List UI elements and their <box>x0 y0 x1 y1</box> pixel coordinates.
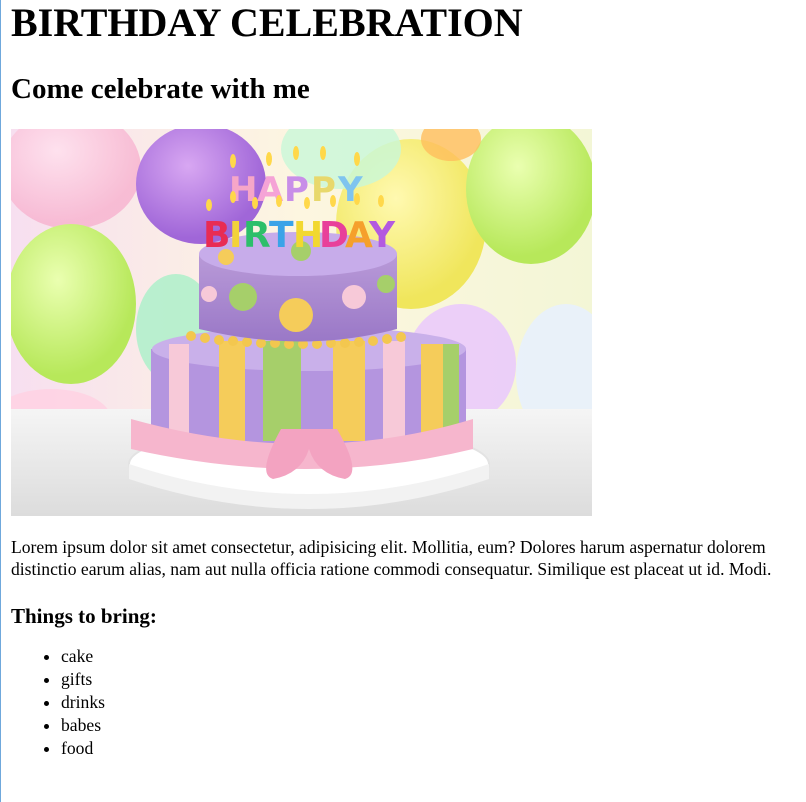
list-item: food <box>61 737 802 760</box>
svg-text:R: R <box>243 215 271 256</box>
page-title: BIRTHDAY CELEBRATION <box>11 0 523 45</box>
list-item: drinks <box>61 691 802 714</box>
things-to-bring-list: cake gifts drinks babes food <box>11 645 802 760</box>
things-to-bring-heading: Things to bring: <box>11 604 157 628</box>
svg-text:B: B <box>203 215 230 256</box>
list-item: gifts <box>61 668 802 691</box>
svg-text:T: T <box>269 215 294 256</box>
page-subtitle: Come celebrate with me <box>11 73 310 105</box>
svg-text:Y: Y <box>337 170 363 210</box>
list-item: cake <box>61 645 802 668</box>
svg-text:I: I <box>229 215 242 256</box>
intro-paragraph: Lorem ipsum dolor sit amet consectetur, … <box>11 537 772 579</box>
list-item: babes <box>61 714 802 737</box>
birthday-cake-image: H A P P Y B I R T H D A Y <box>11 129 592 516</box>
page-content: BIRTHDAY CELEBRATION Come celebrate with… <box>1 0 806 760</box>
svg-text:Y: Y <box>368 215 396 256</box>
